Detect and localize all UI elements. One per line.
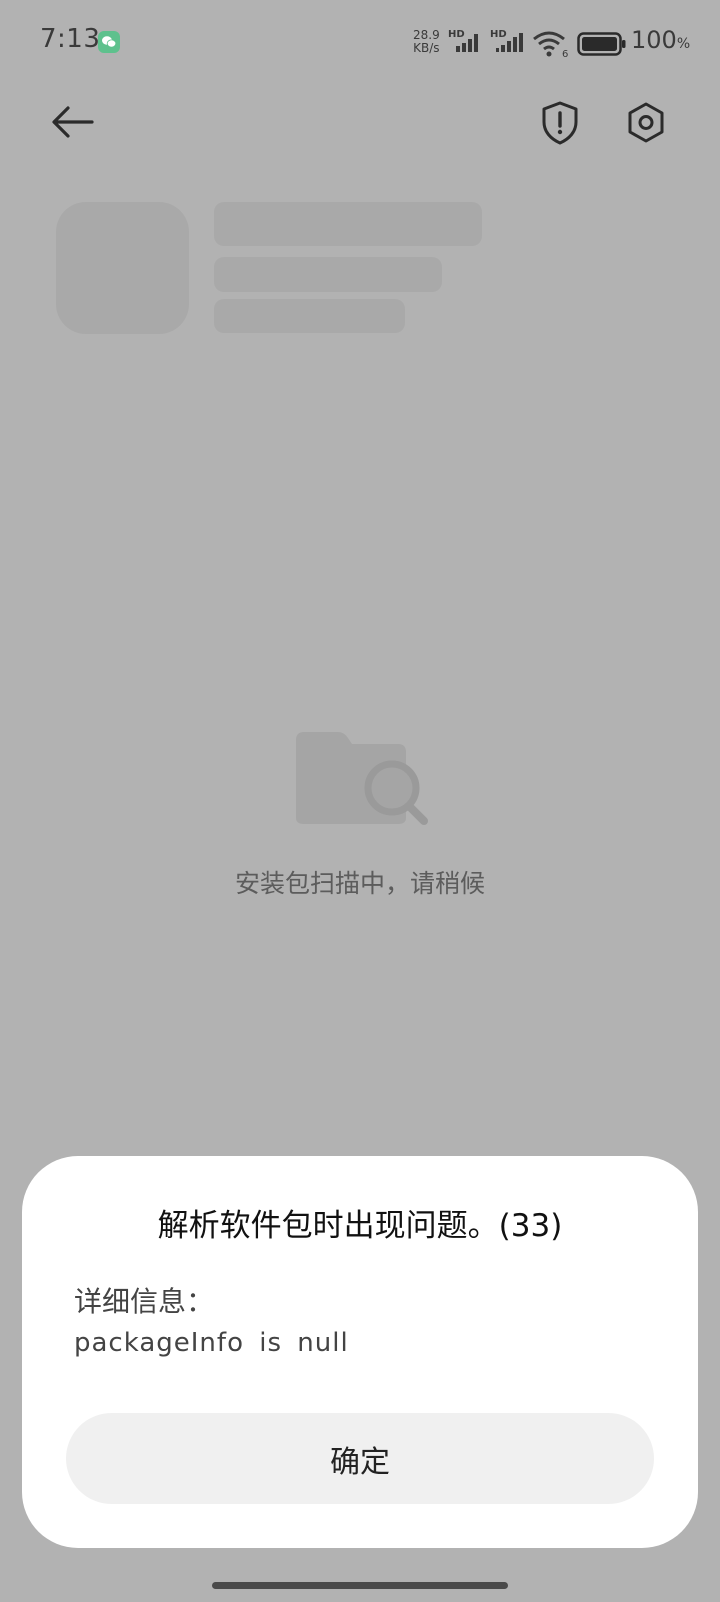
net-speed: 28.9 KB/s [413,29,440,55]
settings-hexagon-icon[interactable] [626,101,666,145]
app-name-placeholder [214,202,482,246]
dialog-title: 解析软件包时出现问题。(33) [157,1208,563,1244]
status-bar: 7:13 28.9 KB/s HD HD 6 100% [0,0,720,84]
detail-label: 详细信息： [74,1285,215,1318]
signal-1-label: HD [448,29,465,40]
security-shield-icon[interactable] [540,100,580,146]
signal-2-label: HD [490,29,507,40]
cellular-signal-icon: HD [448,29,478,52]
net-speed-unit: KB/s [413,41,440,55]
battery-percent-unit: % [676,36,691,52]
folder-search-icon [296,732,428,825]
wifi-icon: 6 [533,31,568,58]
home-indicator[interactable] [212,1582,508,1589]
net-speed-value: 28.9 [413,28,440,42]
app-info-placeholder [214,257,442,292]
app-size-placeholder [214,299,405,333]
battery-icon [577,32,626,56]
battery-percent-value: 100 [631,26,677,54]
confirm-button[interactable]: 确定 [66,1413,654,1504]
wifi-badge: 6 [562,49,568,58]
app-icon-placeholder [56,202,189,334]
scan-status-text: 安装包扫描中，请稍候 [234,869,485,898]
back-arrow-icon[interactable] [48,102,98,142]
status-time: 7:13 [40,24,101,54]
wechat-icon [98,31,120,53]
battery-percent: 100% [631,26,690,54]
detail-message: packageInfo is null [74,1328,349,1358]
error-dialog: 解析软件包时出现问题。(33) 详细信息： packageInfo is nul… [22,1156,698,1548]
cellular-signal-2-icon: HD [490,29,523,52]
